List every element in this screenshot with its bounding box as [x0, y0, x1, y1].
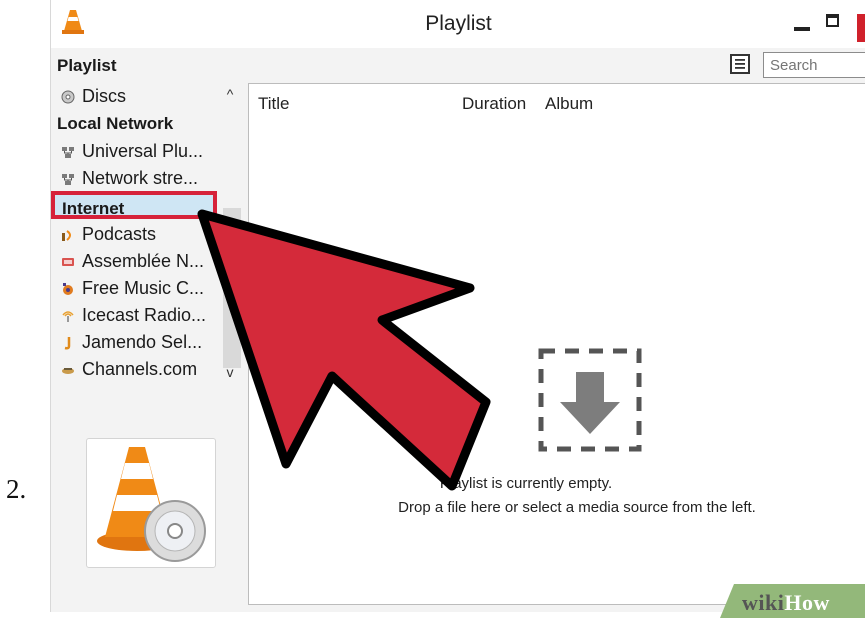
scroll-down-chevron-icon[interactable]: v: [223, 364, 237, 380]
column-header-duration[interactable]: Duration: [462, 94, 526, 114]
title-bar: Playlist: [51, 0, 865, 48]
sidebar-item-label: Icecast Radio...: [82, 305, 207, 325]
channels-icon: [62, 367, 74, 374]
sidebar-item-label: Podcasts: [82, 224, 157, 244]
sidebar-item-assemblee[interactable]: Assemblée N...: [61, 251, 204, 272]
list-icon: [735, 59, 745, 69]
drop-zone-download-icon: [538, 348, 642, 452]
jamendo-icon: [64, 336, 71, 349]
search-input[interactable]: [763, 52, 865, 78]
sidebar-item-label: Universal Plu...: [82, 141, 204, 161]
empty-state-hint: Drop a file here or select a media sourc…: [398, 499, 756, 516]
sidebar-item-label: Jamendo Sel...: [82, 332, 203, 352]
sidebar-header-playlist[interactable]: Playlist: [57, 56, 117, 76]
network-icon: [62, 173, 74, 185]
minimize-button[interactable]: [794, 27, 810, 31]
sidebar: Playlist Discs Local Network Universal P…: [51, 48, 246, 608]
sidebar-group-internet-label: Internet: [62, 199, 125, 218]
sidebar-scrollbar-thumb[interactable]: [223, 208, 241, 368]
sidebar-group-local-network: Local Network: [57, 114, 174, 133]
radio-icon: [62, 310, 74, 322]
scroll-up-chevron-icon[interactable]: ^: [223, 86, 237, 102]
podcast-icon: [62, 229, 71, 241]
watermark-part-wiki: wiki: [742, 590, 785, 615]
sidebar-item-channels[interactable]: Channels.com: [61, 359, 197, 380]
column-header-album[interactable]: Album: [545, 94, 593, 114]
album-art-panel: [86, 438, 216, 568]
playlist-view-icon[interactable]: [730, 54, 750, 74]
music-icon: [63, 282, 73, 295]
window-title: Playlist: [425, 12, 492, 35]
sidebar-item-podcasts[interactable]: Podcasts: [61, 224, 156, 245]
sidebar-item-label: Free Music C...: [82, 278, 205, 298]
column-header-title[interactable]: Title: [258, 94, 290, 114]
empty-state-title: Playlist is currently empty.: [439, 475, 613, 492]
wikihow-watermark: wikiHow: [742, 590, 830, 616]
close-button[interactable]: [857, 14, 865, 42]
network-icon: [62, 146, 74, 158]
vlc-cone-disc-art-icon: [97, 447, 206, 562]
sidebar-item-upnp[interactable]: Universal Plu...: [61, 141, 203, 162]
maximize-button[interactable]: [826, 14, 839, 27]
tv-icon: [62, 257, 74, 266]
disc-icon: [61, 90, 75, 103]
sidebar-item-label: Assemblée N...: [82, 251, 205, 271]
sidebar-item-network-streams[interactable]: Network stre...: [61, 168, 198, 189]
sidebar-group-internet[interactable]: Internet: [51, 191, 217, 219]
vlc-playlist-window: Playlist Playlist Discs Local Network Un…: [50, 0, 865, 612]
sidebar-item-jamendo[interactable]: Jamendo Sel...: [61, 332, 202, 353]
step-number: 2.: [6, 474, 27, 504]
sidebar-item-label: Network stre...: [82, 168, 199, 188]
watermark-part-how: How: [784, 590, 830, 615]
sidebar-item-label: Discs: [82, 86, 126, 106]
sidebar-item-free-music[interactable]: Free Music C...: [61, 278, 204, 299]
sidebar-item-label: Channels.com: [82, 359, 198, 379]
playlist-main-panel[interactable]: Title Duration Album Playlist is current…: [248, 83, 865, 605]
sidebar-item-icecast[interactable]: Icecast Radio...: [61, 305, 206, 326]
sidebar-item-discs[interactable]: Discs: [61, 86, 126, 107]
